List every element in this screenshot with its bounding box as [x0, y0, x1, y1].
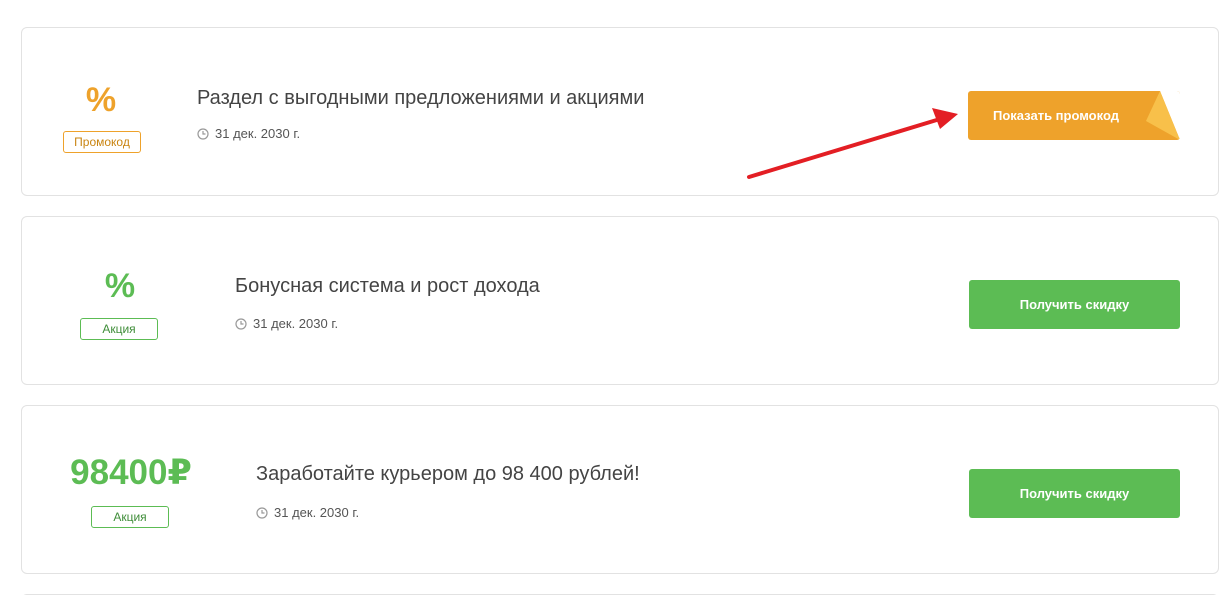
- offer-date: 31 дек. 2030 г.: [197, 126, 300, 141]
- offer-card-bonus: % Акция Бонусная система и рост дохода 3…: [21, 216, 1219, 385]
- offer-date-text: 31 дек. 2030 г.: [274, 505, 360, 520]
- offer-value: 98400₽: [70, 453, 192, 492]
- offer-type-badge: Акция: [91, 506, 169, 528]
- offer-title[interactable]: Раздел с выгодными предложениями и акция…: [197, 87, 644, 110]
- offer-type-badge: Акция: [80, 318, 158, 340]
- promo-corner-fold: [1146, 91, 1180, 140]
- offer-card-courier: 98400₽ Акция Заработайте курьером до 98 …: [21, 405, 1219, 574]
- get-discount-button[interactable]: Получить скидку: [969, 469, 1180, 518]
- offer-date-text: 31 дек. 2030 г.: [215, 126, 301, 141]
- clock-icon: [256, 506, 268, 519]
- offer-date-text: 31 дек. 2030 г.: [253, 316, 339, 331]
- offer-type-badge: Промокод: [63, 131, 141, 153]
- offer-date: 31 дек. 2030 г.: [256, 505, 359, 520]
- show-promocode-button[interactable]: Показать промокод: [968, 91, 1180, 140]
- clock-icon: [235, 317, 247, 330]
- show-promocode-label: Показать промокод: [993, 108, 1119, 123]
- offer-card-promo: % Промокод Раздел с выгодными предложени…: [21, 27, 1219, 196]
- offer-title[interactable]: Бонусная система и рост дохода: [235, 275, 540, 298]
- get-discount-button[interactable]: Получить скидку: [969, 280, 1180, 329]
- offer-value: %: [104, 267, 136, 305]
- clock-icon: [197, 127, 209, 140]
- offer-title[interactable]: Заработайте курьером до 98 400 рублей!: [256, 463, 640, 486]
- offer-date: 31 дек. 2030 г.: [235, 316, 338, 331]
- offer-value: %: [85, 81, 117, 119]
